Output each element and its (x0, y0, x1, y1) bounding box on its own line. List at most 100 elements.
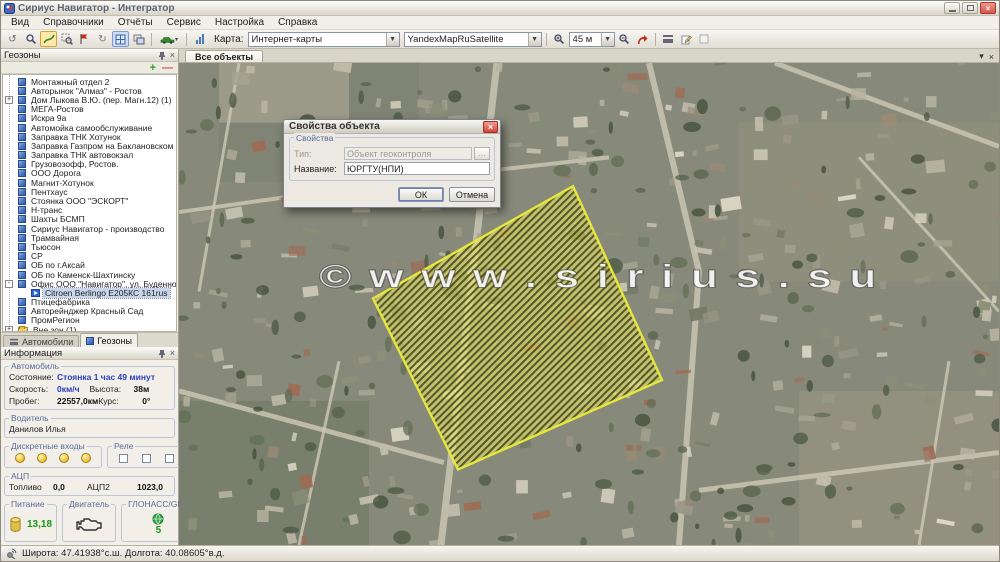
geo-icon (18, 280, 26, 288)
zoom-in-button[interactable] (551, 31, 568, 47)
state-value: Стоянка 1 час 49 минут (57, 372, 155, 382)
ok-button[interactable]: ОК (398, 187, 444, 202)
map-layer-select[interactable]: YandexMapRuSatellite ▼ (404, 32, 542, 47)
info-panel: Автомобиль Состояние: Стоянка 1 час 49 м… (1, 360, 178, 545)
menu-help[interactable]: Справка (271, 17, 324, 28)
menu-reports[interactable]: Отчёты (111, 17, 160, 28)
tab-geozones-label: Геозоны (97, 336, 132, 346)
geo-icon (18, 87, 26, 95)
flag-button[interactable] (76, 31, 93, 47)
scale-select[interactable]: 45 м ▼ (569, 32, 615, 47)
goto-button[interactable] (634, 31, 651, 47)
geo-icon (18, 124, 26, 132)
tree-item-label: Вне зон (1) (31, 325, 78, 332)
layers-icon (133, 34, 145, 45)
vehicle-group-title: Автомобиль (9, 361, 61, 371)
close-icon: × (986, 4, 991, 13)
chevron-down-icon: ▼ (528, 33, 541, 46)
tree-expand-toggle[interactable]: + (5, 326, 13, 332)
relay-checkbox[interactable] (142, 454, 151, 463)
dialog-title-bar: Свойства объекта × (284, 120, 500, 134)
close-panel-icon[interactable]: × (170, 50, 175, 60)
dialog-title: Свойства объекта (289, 121, 380, 132)
geo-icon (18, 234, 26, 242)
map-watermark: © w w w . s i r i u s . s u (319, 258, 879, 296)
geo-icon (18, 307, 26, 315)
relay-checkbox[interactable] (165, 454, 174, 463)
map-tab-all-objects[interactable]: Все объекты (185, 50, 263, 62)
tab-geozones[interactable]: Геозоны (80, 333, 138, 347)
state-label: Состояние: (9, 372, 57, 382)
toolbar-separator (655, 33, 656, 46)
map-source-select[interactable]: Интернет-карты ▼ (248, 32, 400, 47)
adc2-value: 1023,0 (137, 482, 163, 492)
relay-checkbox[interactable] (119, 454, 128, 463)
tab-close-icon[interactable]: × (989, 52, 994, 62)
refresh-button[interactable]: ↻ (94, 31, 111, 47)
geozones-toolbar: + — (1, 62, 178, 74)
geo-icon (18, 243, 26, 251)
edit-button[interactable] (678, 31, 695, 47)
search-button[interactable] (22, 31, 39, 47)
toolbar-separator (546, 33, 547, 46)
fuel-value: 0,0 (53, 482, 87, 492)
tab-list-dropdown-icon[interactable]: ▾ (979, 51, 984, 62)
odometer-value: 22557,0км (57, 396, 98, 406)
geo-icon (18, 169, 26, 177)
window-title: Сириус Навигатор - Интегратор (18, 3, 174, 14)
map-source-value: Интернет-карты (252, 34, 323, 45)
coordinates-text: Широта: 47.41938°с.ш. Долгота: 40.08605°… (22, 548, 224, 559)
adc-group: АЦП Топливо 0,0 АЦП2 1023,0 (4, 471, 175, 496)
menu-service[interactable]: Сервис (160, 17, 208, 28)
tree-expand-toggle[interactable]: + (5, 96, 13, 104)
history-button[interactable]: ↺ (4, 31, 21, 47)
satellites-count: 5 (156, 525, 162, 536)
map-tab-strip: Все объекты ▾ × (179, 49, 999, 63)
list-icon (10, 338, 18, 344)
geo-icon (18, 316, 26, 324)
close-button[interactable]: × (980, 2, 996, 14)
zoom-region-button[interactable] (58, 31, 75, 47)
engine-group: Двигатель (62, 499, 116, 542)
cancel-button[interactable]: Отмена (449, 187, 495, 202)
dialog-close-button[interactable]: × (483, 121, 498, 133)
grid-view-button[interactable] (112, 31, 129, 47)
map-label: Карта: (209, 34, 247, 45)
input-led (59, 453, 69, 463)
menu-settings[interactable]: Настройка (208, 17, 271, 28)
tree-item[interactable]: + Вне зон (1) (3, 325, 176, 332)
layers-button[interactable] (130, 31, 147, 47)
close-panel-icon[interactable]: × (170, 348, 175, 358)
chart-button[interactable] (191, 31, 208, 47)
browse-button[interactable]: … (474, 147, 490, 160)
blank-button[interactable] (696, 31, 713, 47)
add-geozone-button[interactable]: + (150, 63, 156, 73)
menu-view[interactable]: Вид (4, 17, 36, 28)
geo-icon (18, 114, 26, 122)
driver-group: Водитель Данилов Илья (4, 413, 175, 438)
minimize-button[interactable] (944, 2, 960, 14)
legend-button[interactable] (660, 31, 677, 47)
map-canvas[interactable]: © w w w . s i r i u s . s u Свойства объ… (179, 63, 999, 545)
toolbar-separator (151, 33, 152, 46)
restore-button[interactable] (962, 2, 978, 14)
engine-icon (76, 516, 102, 532)
remove-geozone-button[interactable]: — (162, 63, 173, 73)
tree-expand-toggle[interactable]: - (5, 280, 13, 288)
input-led (15, 453, 25, 463)
name-field[interactable]: ЮРГТУ(НПИ) (344, 162, 490, 175)
tree-item[interactable]: ПромРегион (3, 316, 176, 325)
vehicle-button[interactable]: ▾ (156, 31, 182, 47)
track-mode-button[interactable] (40, 31, 57, 47)
geo-icon (18, 252, 26, 260)
alt-value: 38м (134, 384, 150, 394)
power-value: 13,18 (27, 519, 52, 530)
chevron-down-icon: ▼ (386, 33, 399, 46)
refresh-icon: ↻ (98, 34, 106, 45)
pin-icon[interactable] (158, 349, 166, 358)
tab-vehicles[interactable]: Автомобили (3, 335, 79, 347)
pin-icon[interactable] (158, 51, 166, 60)
discrete-inputs-title: Дискретные входы (9, 441, 87, 451)
menu-directories[interactable]: Справочники (36, 17, 111, 28)
zoom-out-button[interactable] (616, 31, 633, 47)
